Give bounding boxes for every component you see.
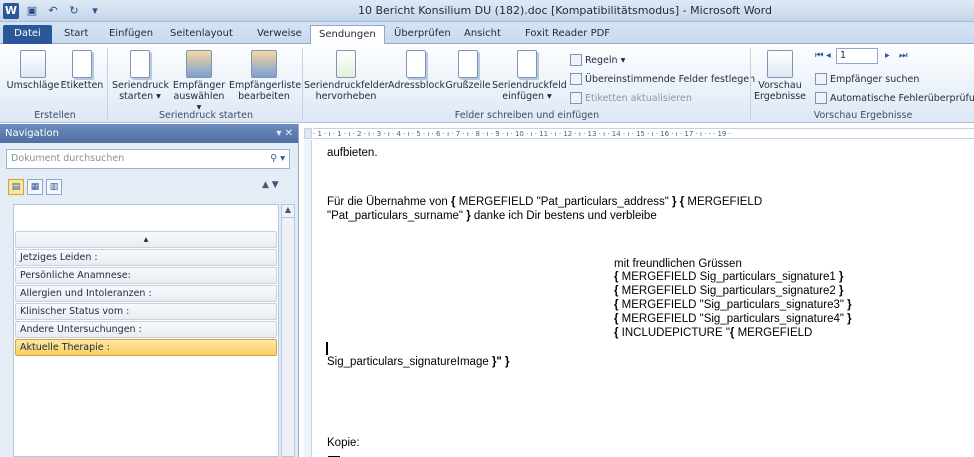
document-search-input[interactable]: Dokument durchsuchen ⚲ ▾ <box>6 149 290 169</box>
rules-icon <box>570 54 582 66</box>
headings-scrollbar[interactable]: ▲ <box>281 204 295 457</box>
navigation-arrows[interactable]: ▲ ▼ <box>262 180 279 190</box>
doc-line: aufbieten. <box>327 147 378 159</box>
insert-field-icon <box>517 50 537 78</box>
edit-list-icon <box>251 50 277 78</box>
window-title: 10 Bericht Konsilium DU (182).doc [Kompa… <box>358 4 772 17</box>
group-label-write-insert: Felder schreiben und einfügen <box>454 110 600 121</box>
labels-button[interactable]: Etiketten <box>60 50 104 91</box>
group-label-preview: Vorschau Ergebnisse <box>813 110 913 121</box>
quick-access-toolbar: ▣ ↶ ↻ ▾ <box>24 4 103 17</box>
redo-icon[interactable]: ↻ <box>66 4 82 17</box>
tab-foxit[interactable]: Foxit Reader PDF <box>517 25 618 44</box>
last-record-icon[interactable]: ⏭ <box>899 50 908 61</box>
tab-file[interactable]: Datei <box>3 25 52 44</box>
update-labels-icon <box>570 92 582 104</box>
previous-record-icon[interactable]: ◂ <box>826 50 831 61</box>
ribbon-mailings: Umschläge Etiketten Erstellen Seriendruc… <box>0 44 974 123</box>
auto-check-errors-button[interactable]: Automatische Fehlerüberprüfung <box>815 92 974 104</box>
tab-page-layout[interactable]: Seitenlayout <box>162 25 241 44</box>
tab-start[interactable]: Start <box>56 25 96 44</box>
text-cursor <box>326 342 328 355</box>
group-separator <box>107 48 108 120</box>
heading-item[interactable]: Allergien und Intoleranzen : <box>15 285 277 302</box>
update-labels-button[interactable]: Etiketten aktualisieren <box>570 92 692 104</box>
navigation-view-tabs: ▤ ▦ ▥ <box>8 179 62 195</box>
navigation-header: Navigation ▾ ✕ <box>0 124 298 143</box>
doc-line: Kopie: <box>327 437 360 449</box>
vertical-ruler <box>304 140 312 457</box>
group-label-start-merge: Seriendruck starten <box>159 110 253 121</box>
match-fields-button[interactable]: Übereinstimmende Felder festlegen <box>570 73 755 85</box>
find-recipient-button[interactable]: Empfänger suchen <box>815 73 919 85</box>
signature-field: { MERGEFIELD "Sig_particulars_signature4… <box>614 313 852 325</box>
heading-item[interactable]: Klinischer Status vom : <box>15 303 277 320</box>
heading-item-selected[interactable]: Aktuelle Therapie : <box>15 339 277 356</box>
record-number-input[interactable]: 1 <box>836 48 878 64</box>
preview-abc-icon <box>767 50 793 78</box>
greeting-line: mit freundlichen Grüssen <box>614 258 742 270</box>
select-recipients-button[interactable]: Empfänger auswählen ▾ <box>170 50 228 113</box>
match-fields-icon <box>570 73 582 85</box>
horizontal-ruler[interactable]: · 1 · ı · 1 · ı · 2 · ı · 3 · ı · 4 · ı … <box>313 128 974 139</box>
group-separator <box>302 48 303 120</box>
envelopes-button[interactable]: Umschläge <box>6 50 60 91</box>
highlight-fields-icon <box>336 50 356 78</box>
save-icon[interactable]: ▣ <box>24 4 40 17</box>
collapse-all-heading[interactable]: ▴ <box>15 231 277 248</box>
heading-item[interactable]: Persönliche Anamnese: <box>15 267 277 284</box>
title-bar: W ▣ ↶ ↻ ▾ 10 Bericht Konsilium DU (182).… <box>0 0 974 22</box>
find-recipient-icon <box>815 73 827 85</box>
ribbon-tabs: Datei Start Einfügen Seitenlayout Verwei… <box>0 22 974 45</box>
heading-item[interactable]: Jetziges Leiden : <box>15 249 277 266</box>
search-icon[interactable]: ⚲ ▾ <box>270 150 285 168</box>
labels-icon <box>72 50 92 78</box>
word-app-icon[interactable]: W <box>3 3 19 19</box>
edit-recipient-list-button[interactable]: Empfängerliste bearbeiten <box>229 50 301 102</box>
signature-field: { INCLUDEPICTURE "{ MERGEFIELD <box>614 327 813 339</box>
preview-results-button[interactable]: Vorschau Ergebnisse <box>752 50 808 102</box>
rules-button[interactable]: Regeln ▾ <box>570 54 625 66</box>
tab-selector[interactable] <box>304 128 312 139</box>
group-separator <box>750 48 751 120</box>
close-icon[interactable]: ▾ ✕ <box>276 124 293 143</box>
heading-item[interactable]: Andere Untersuchungen : <box>15 321 277 338</box>
tab-mailings[interactable]: Sendungen <box>310 25 385 45</box>
address-block-button[interactable]: Adressblock <box>388 50 445 91</box>
envelope-icon <box>20 50 46 78</box>
results-view-icon[interactable]: ▥ <box>46 179 62 195</box>
headings-view-icon[interactable]: ▤ <box>8 179 24 195</box>
address-block-icon <box>406 50 426 78</box>
document-page[interactable]: aufbieten. Für die Übernahme von { MERGE… <box>313 140 974 457</box>
tab-insert[interactable]: Einfügen <box>101 25 161 44</box>
customize-icon[interactable]: ▾ <box>87 4 103 17</box>
group-label-create: Erstellen <box>34 110 76 121</box>
signature-field: { MERGEFIELD Sig_particulars_signature1 … <box>614 271 844 283</box>
insert-merge-field-button[interactable]: Seriendruckfeld einfügen ▾ <box>492 50 567 102</box>
highlight-merge-fields-button[interactable]: Seriendruckfelder hervorheben <box>304 50 389 102</box>
recipients-icon <box>186 50 212 78</box>
first-record-icon[interactable]: ⏮ <box>815 50 824 61</box>
doc-line: "Pat_particulars_surname" } danke ich Di… <box>327 210 657 222</box>
mail-merge-icon <box>130 50 150 78</box>
tab-view[interactable]: Ansicht <box>456 25 509 44</box>
navigation-pane: Navigation ▾ ✕ Dokument durchsuchen ⚲ ▾ … <box>0 124 299 457</box>
signature-field: { MERGEFIELD "Sig_particulars_signature3… <box>614 299 852 311</box>
doc-line: Sig_particulars_signatureImage }" } <box>327 356 510 368</box>
greeting-line-button[interactable]: Grußzeile <box>444 50 492 91</box>
tab-references[interactable]: Verweise <box>249 25 310 44</box>
headings-list: ▴ Jetziges Leiden : Persönliche Anamnese… <box>13 204 279 457</box>
signature-field: { MERGEFIELD Sig_particulars_signature2 … <box>614 285 844 297</box>
start-mail-merge-button[interactable]: Seriendruck starten ▾ <box>112 50 169 102</box>
next-record-icon[interactable]: ▸ <box>885 50 890 61</box>
greeting-line-icon <box>458 50 478 78</box>
scroll-up-icon[interactable]: ▲ <box>282 205 294 218</box>
undo-icon[interactable]: ↶ <box>45 4 61 17</box>
pages-view-icon[interactable]: ▦ <box>27 179 43 195</box>
tab-review[interactable]: Überprüfen <box>386 25 459 44</box>
doc-line: Für die Übernahme von { MERGEFIELD "Pat_… <box>327 196 763 208</box>
check-errors-icon <box>815 92 827 104</box>
